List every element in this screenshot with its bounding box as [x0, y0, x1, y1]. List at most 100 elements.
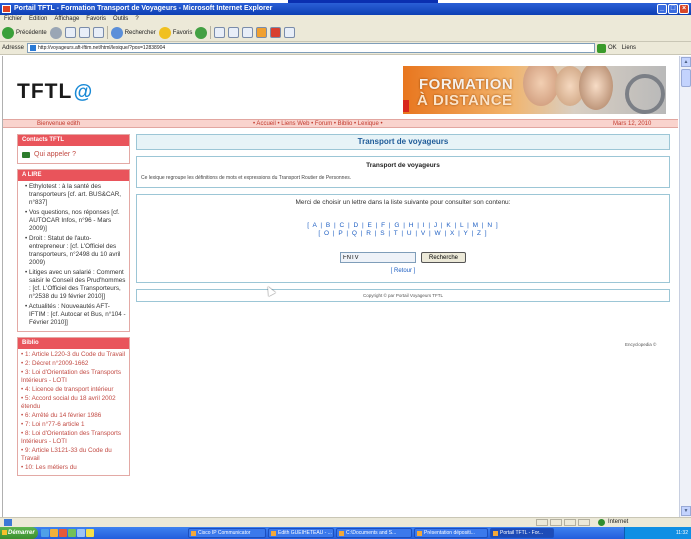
- page-viewport: TFTL@ FORMATION À DISTANCE Bienvenue edi…: [2, 56, 678, 517]
- site-logo[interactable]: TFTL@: [17, 80, 93, 104]
- app-icon[interactable]: [86, 529, 94, 537]
- address-bar: Adresse http://voyageurs.aft-iftim.net/h…: [0, 42, 691, 55]
- welcome-text: Bienvenue edith: [37, 121, 81, 127]
- minimize-button[interactable]: _: [657, 4, 667, 14]
- a-lire-item[interactable]: • Ethylotest : à la santé des transporte…: [21, 183, 126, 207]
- menu-help[interactable]: ?: [135, 15, 138, 24]
- app-icon[interactable]: [59, 529, 67, 537]
- main-content: Transport de voyageurs Transport de voya…: [136, 134, 670, 308]
- taskbar-item[interactable]: Cisco IP Communicator: [188, 528, 266, 538]
- tools-icon[interactable]: [284, 27, 296, 38]
- app-icon[interactable]: [68, 529, 76, 537]
- letter-row-o-z[interactable]: [ O | P | Q | R | S | T | U | V | W | X …: [137, 230, 669, 238]
- research-icon[interactable]: [270, 27, 282, 38]
- biblio-box: Biblio • 1: Article L220-3 du Code du Tr…: [17, 337, 130, 476]
- letter-row-a-n[interactable]: [ A | B | C | D | E | F | G | H | I | J …: [137, 222, 669, 230]
- back-button[interactable]: Précédente: [2, 26, 47, 39]
- refresh-icon[interactable]: [78, 27, 90, 38]
- biblio-item[interactable]: • 2: Décret n°2009-1662: [21, 360, 126, 368]
- taskbar-item[interactable]: Edith GUEIHETEAU - ...: [268, 528, 334, 538]
- taskbar-item[interactable]: Présentation dépositi...: [414, 528, 488, 538]
- biblio-item[interactable]: • 5: Accord social du 18 avril 2002 éten…: [21, 395, 126, 411]
- choose-letter-text: Merci de choisir un lettre dans la liste…: [295, 199, 511, 206]
- folder-icon[interactable]: [50, 529, 58, 537]
- window-title: Portail TFTL - Formation Transport de Vo…: [14, 5, 273, 12]
- search-icon: [110, 26, 123, 39]
- a-lire-item[interactable]: • Vos questions, nos réponses [cf. AUTOC…: [21, 209, 126, 233]
- close-button[interactable]: ×: [679, 4, 689, 14]
- biblio-item[interactable]: • 4: Licence de transport intérieur: [21, 386, 126, 394]
- phone-icon: [22, 151, 30, 158]
- stop-icon[interactable]: [64, 27, 76, 38]
- letter-index: [ A | B | C | D | E | F | G | H | I | J …: [137, 222, 669, 238]
- menu-file[interactable]: Fichier: [4, 15, 22, 24]
- vertical-scrollbar[interactable]: ▲ ▼: [679, 56, 691, 517]
- lexique-description: Ce lexique regroupe les définitions de m…: [141, 175, 352, 181]
- app-icon[interactable]: [77, 529, 85, 537]
- biblio-item[interactable]: • 3: Loi d'Orientation des Transports In…: [21, 369, 126, 385]
- star-icon: [158, 26, 171, 39]
- contacts-title: Contacts TFTL: [18, 135, 129, 146]
- lexique-title: Transport de voyageurs: [366, 162, 440, 169]
- biblio-item[interactable]: • 1: Article L220-3 du Code du Travail: [21, 351, 126, 359]
- messenger-icon[interactable]: [256, 27, 268, 38]
- menu-favorites[interactable]: Favoris: [86, 15, 106, 24]
- page-title-box: Transport de voyageurs: [136, 134, 670, 150]
- address-input[interactable]: http://voyageurs.aft-iftim.net/html/lexi…: [27, 43, 596, 53]
- nav-links[interactable]: • Accueil • Liens Web • Forum • Biblio •…: [253, 121, 383, 128]
- a-lire-box: A LIRE • Ethylotest : à la santé des tra…: [17, 169, 130, 332]
- a-lire-item[interactable]: • Litiges avec un salarié : Comment sais…: [21, 269, 126, 301]
- copyright-box: Copyright © par Portail Voyageurs TFTL: [136, 289, 670, 302]
- ie-app-icon: [2, 5, 11, 13]
- menu-view[interactable]: Affichage: [54, 15, 79, 24]
- taskbar-item[interactable]: C:\Documents and S...: [336, 528, 412, 538]
- letter-search-box: Merci de choisir un lettre dans la liste…: [136, 194, 670, 283]
- biblio-item[interactable]: • 7: Loi n°77-6 article 1: [21, 421, 126, 429]
- scroll-thumb[interactable]: [681, 69, 691, 87]
- site-navbar: Bienvenue edith • Accueil • Liens Web • …: [3, 119, 678, 128]
- a-lire-item[interactable]: • Droit : Statut de l'auto-entrepreneur …: [21, 235, 126, 267]
- ie-page-icon: [4, 519, 12, 526]
- search-submit-button[interactable]: Recherche: [420, 252, 466, 263]
- start-button[interactable]: Démarrer: [0, 527, 38, 539]
- mail-icon[interactable]: [214, 27, 226, 38]
- maximize-button[interactable]: □: [668, 4, 678, 14]
- windows-taskbar: Démarrer Cisco IP Communicator Edith GUE…: [0, 527, 691, 539]
- print-icon[interactable]: [228, 27, 240, 38]
- biblio-title: Biblio: [18, 338, 129, 349]
- scroll-down-icon[interactable]: ▼: [681, 506, 691, 516]
- encyclopedia-credit: Encyclopedia ©: [625, 342, 657, 347]
- taskbar-item-active[interactable]: Portail TFTL - For...: [490, 528, 554, 538]
- ie-quicklaunch-icon[interactable]: [41, 529, 49, 537]
- favorites-button[interactable]: Favoris: [158, 26, 192, 39]
- menu-tools[interactable]: Outils: [113, 15, 128, 24]
- browser-toolbar: Précédente Rechercher Favoris: [0, 24, 691, 42]
- scroll-up-icon[interactable]: ▲: [681, 57, 691, 67]
- quick-launch: [41, 529, 186, 537]
- search-row: Recherche: [137, 252, 669, 263]
- edit-icon[interactable]: [242, 27, 254, 38]
- menu-edit[interactable]: Edition: [29, 15, 47, 24]
- current-date: Mars 12, 2010: [613, 121, 652, 127]
- go-button[interactable]: OK: [597, 43, 617, 53]
- biblio-item[interactable]: • 10: Les métiers du: [21, 464, 126, 472]
- gear-icon: [625, 74, 665, 114]
- site-header: TFTL@ FORMATION À DISTANCE: [3, 56, 678, 118]
- search-button[interactable]: Rechercher: [110, 26, 156, 39]
- biblio-item[interactable]: • 9: Article L3121-33 du Code du Travail: [21, 447, 126, 463]
- menu-bar: Fichier Edition Affichage Favoris Outils…: [0, 15, 691, 24]
- biblio-item[interactable]: • 6: Arrêté du 14 février 1986: [21, 412, 126, 420]
- contact-link[interactable]: Qui appeler ?: [18, 146, 129, 163]
- retour-link[interactable]: [ Retour ]: [137, 268, 669, 282]
- search-input[interactable]: [339, 252, 416, 263]
- clock[interactable]: 11:32: [676, 530, 688, 536]
- biblio-item[interactable]: • 8: Loi d'Orientation des Transports In…: [21, 430, 126, 446]
- home-icon[interactable]: [92, 27, 104, 38]
- history-icon[interactable]: [195, 26, 208, 39]
- forward-arrow-icon[interactable]: [49, 26, 62, 39]
- address-label: Adresse: [2, 45, 25, 51]
- a-lire-item[interactable]: • Actualités : Nouveautés AFT-IFTIM : [c…: [21, 303, 126, 327]
- links-button[interactable]: Liens: [622, 45, 636, 51]
- formation-banner: FORMATION À DISTANCE: [403, 66, 666, 114]
- a-lire-title: A LIRE: [18, 170, 129, 181]
